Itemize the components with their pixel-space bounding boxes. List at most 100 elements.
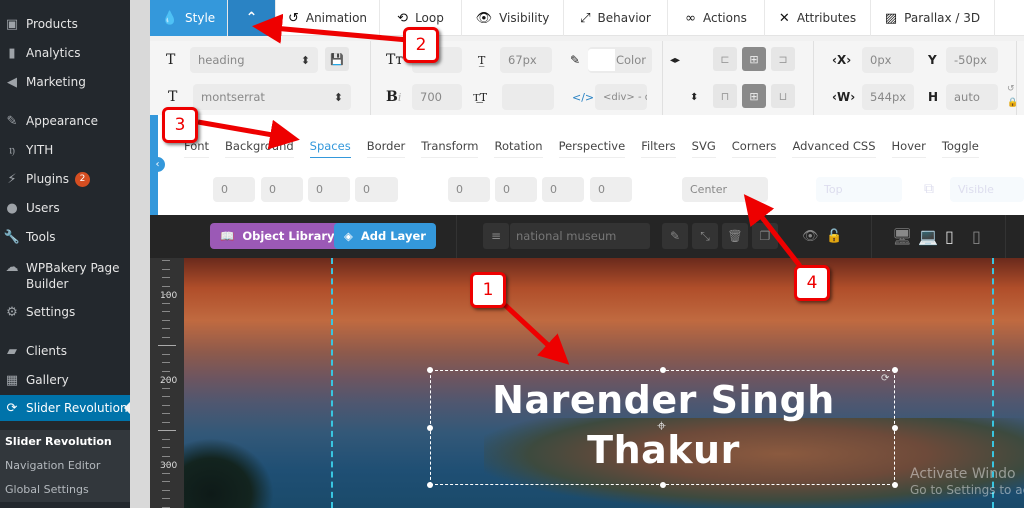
device-laptop-button[interactable]: 💻 bbox=[918, 223, 938, 249]
sidebar-item-gallery[interactable]: ▦ Gallery bbox=[0, 367, 130, 393]
layer-menu-button[interactable]: ≡ bbox=[483, 223, 509, 249]
sidebar-item-users[interactable]: ● Users bbox=[0, 195, 130, 221]
sidebar-item-products[interactable]: ▣ Products bbox=[0, 11, 130, 37]
submenu-global-settings[interactable]: Global Settings bbox=[0, 478, 130, 502]
subtab-border[interactable]: Border bbox=[366, 139, 406, 158]
grid-icon: ▦ bbox=[5, 372, 19, 388]
tab-behavior[interactable]: ⤢ Behavior bbox=[564, 0, 668, 36]
tab-style[interactable]: 💧 Style bbox=[150, 0, 228, 36]
y-position-field[interactable]: -50px bbox=[946, 47, 998, 73]
letter-spacing-field[interactable] bbox=[502, 84, 554, 110]
device-tablet-button[interactable]: ▯ bbox=[945, 223, 954, 249]
padding-right-field[interactable]: 0 bbox=[495, 177, 537, 202]
save-preset-button[interactable]: 💾 bbox=[325, 47, 349, 71]
submenu-slider-revolution[interactable]: Slider Revolution bbox=[0, 430, 130, 454]
padding-bottom-field[interactable]: 0 bbox=[542, 177, 584, 202]
align-left-button[interactable]: ⊏ bbox=[713, 47, 737, 71]
sidebar-item-clients[interactable]: ▰ Clients bbox=[0, 338, 130, 364]
preset-select[interactable]: heading bbox=[190, 47, 318, 73]
margin-top-field[interactable]: 0 bbox=[213, 177, 255, 202]
sidebar-item-analytics[interactable]: ▮ Analytics bbox=[0, 40, 130, 66]
padding-top-field[interactable]: 0 bbox=[448, 177, 490, 202]
resize-layer-button[interactable]: ⤡ bbox=[692, 223, 718, 249]
subtab-toggle[interactable]: Toggle bbox=[941, 139, 979, 158]
object-library-button[interactable]: 📖 Object Library bbox=[210, 223, 345, 249]
resize-handle[interactable] bbox=[427, 482, 433, 488]
subtab-svg[interactable]: SVG bbox=[691, 139, 716, 158]
sidebar-item-wpbakery[interactable]: ☁ WPBakery Page Builder bbox=[0, 257, 130, 297]
subtab-hover[interactable]: Hover bbox=[891, 139, 926, 158]
lock-toggle[interactable]: 🔓 bbox=[826, 223, 842, 249]
reset-icon[interactable]: ↺ bbox=[1007, 84, 1015, 94]
width-field[interactable]: 544px bbox=[862, 84, 914, 110]
device-desktop-button[interactable]: 🖥 bbox=[892, 223, 912, 249]
sidebar-item-plugins[interactable]: ⚡ Plugins 2 bbox=[0, 166, 130, 192]
subtab-perspective[interactable]: Perspective bbox=[558, 139, 626, 158]
subtab-rotation[interactable]: Rotation bbox=[494, 139, 543, 158]
visibility-toggle[interactable]: 👁 bbox=[802, 223, 819, 249]
duplicate-layer-button[interactable]: ❐ bbox=[752, 223, 778, 249]
x-position-field[interactable]: 0px bbox=[862, 47, 914, 73]
image-icon: ▨ bbox=[884, 10, 898, 26]
resize-handle[interactable] bbox=[427, 367, 433, 373]
resize-handle[interactable] bbox=[892, 367, 898, 373]
device-mobile-button[interactable]: ▯ bbox=[972, 223, 981, 249]
resize-handle[interactable] bbox=[660, 367, 666, 373]
subtab-corners[interactable]: Corners bbox=[731, 139, 777, 158]
html-tag-select[interactable]: <div> - de bbox=[595, 84, 647, 110]
tab-parallax-3d[interactable]: ▨ Parallax / 3D bbox=[871, 0, 995, 36]
selected-text-layer[interactable]: Narender Singh Thakur ⌖ ⟳ bbox=[427, 367, 898, 488]
rotate-handle-icon[interactable]: ⟳ bbox=[881, 373, 889, 384]
sidebar-item-settings[interactable]: ⚙ Settings bbox=[0, 299, 130, 325]
tab-visibility[interactable]: 👁 Visibility bbox=[462, 0, 564, 36]
overflow-select[interactable]: Visible bbox=[950, 177, 1024, 202]
align-top-button[interactable]: ⊓ bbox=[713, 84, 737, 108]
subtab-filters[interactable]: Filters bbox=[641, 139, 676, 158]
collapse-sidebar-toggle[interactable]: ‹ bbox=[150, 157, 165, 172]
padding-left-field[interactable]: 0 bbox=[590, 177, 632, 202]
text-align-select[interactable]: Center bbox=[682, 177, 768, 202]
slide-canvas[interactable]: Narender Singh Thakur ⌖ ⟳ Activate Windo… bbox=[184, 258, 1024, 508]
subtab-advanced-css[interactable]: Advanced CSS bbox=[792, 139, 876, 158]
sidebar-item-marketing[interactable]: ◀ Marketing bbox=[0, 69, 130, 95]
mobile-icon: ▯ bbox=[972, 226, 981, 246]
sidebar-item-slider-revolution[interactable]: ⟳ Slider Revolution bbox=[0, 395, 130, 421]
resize-handle[interactable] bbox=[660, 482, 666, 488]
line-height-field[interactable]: 67px bbox=[500, 47, 552, 73]
subtab-background[interactable]: Background bbox=[225, 139, 294, 158]
font-family-select[interactable]: montserrat bbox=[193, 84, 351, 110]
color-swatch[interactable] bbox=[588, 49, 615, 71]
align-middle-button[interactable]: ⊞ bbox=[742, 84, 766, 108]
submenu-navigation-editor[interactable]: Navigation Editor bbox=[0, 454, 130, 478]
collapse-panel-button[interactable]: ⌃ bbox=[228, 0, 276, 36]
property-row-1: T heading 💾 Tт T̲ 67px ✎ Color ◂▸ ⊏ ⊞ ⊐ … bbox=[150, 41, 1024, 79]
ruler-tick bbox=[162, 447, 170, 448]
align-center-button[interactable]: ⊞ bbox=[742, 47, 766, 71]
tab-actions[interactable]: ∞ Actions bbox=[668, 0, 765, 36]
resize-handle[interactable] bbox=[892, 482, 898, 488]
cloud-icon: ☁ bbox=[5, 260, 19, 275]
subtab-spaces[interactable]: Spaces bbox=[309, 139, 351, 158]
margin-bottom-field[interactable]: 0 bbox=[308, 177, 350, 202]
add-layer-button[interactable]: ◈ Add Layer bbox=[334, 223, 436, 249]
vertical-align-select[interactable]: Top bbox=[816, 177, 902, 202]
delete-layer-button[interactable]: 🗑 bbox=[722, 223, 748, 249]
ruler-tick bbox=[162, 464, 170, 465]
sidebar-item-yith[interactable]: 𝔶 YITH bbox=[0, 137, 130, 163]
font-weight-field[interactable]: 700 bbox=[412, 84, 462, 110]
sidebar-item-appearance[interactable]: ✎ Appearance bbox=[0, 108, 130, 134]
align-bottom-button[interactable]: ⊔ bbox=[771, 84, 795, 108]
tab-attributes[interactable]: ✕ Attributes bbox=[765, 0, 871, 36]
edit-layer-button[interactable]: ✎ bbox=[662, 223, 688, 249]
margin-left-field[interactable]: 0 bbox=[355, 177, 398, 202]
resize-handle[interactable] bbox=[892, 425, 898, 431]
subtab-transform[interactable]: Transform bbox=[421, 139, 479, 158]
resize-handle[interactable] bbox=[427, 425, 433, 431]
align-right-button[interactable]: ⊐ bbox=[771, 47, 795, 71]
crosshair-icon[interactable]: ⌖ bbox=[657, 416, 666, 436]
tab-animation[interactable]: ↺ Animation bbox=[276, 0, 380, 36]
layer-name-field[interactable]: national museum bbox=[510, 223, 650, 249]
sidebar-item-tools[interactable]: 🔧 Tools bbox=[0, 224, 130, 250]
margin-right-field[interactable]: 0 bbox=[261, 177, 303, 202]
height-field[interactable]: auto bbox=[946, 84, 998, 110]
